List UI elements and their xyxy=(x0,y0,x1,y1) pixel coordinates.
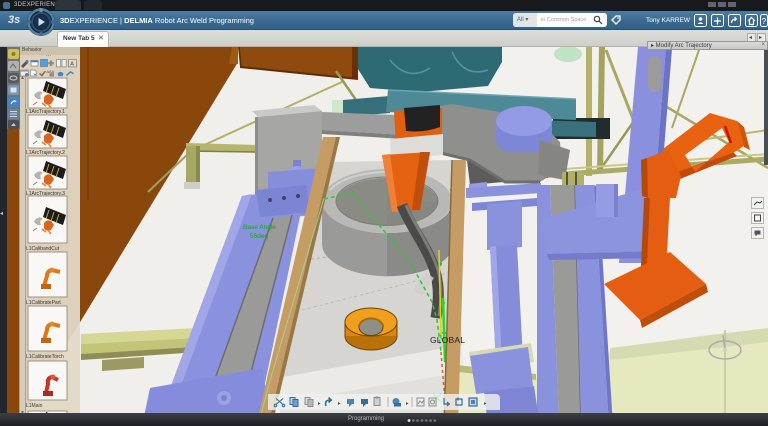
svg-text:?: ? xyxy=(762,16,767,26)
svg-text:L1CalibrateTorch: L1CalibrateTorch xyxy=(26,354,64,360)
svg-text:L1Main: L1Main xyxy=(26,403,43,409)
svg-text:55deg: 55deg xyxy=(250,233,268,240)
svg-text:GLOBAL: GLOBAL xyxy=(430,335,465,345)
svg-text:L1ArcTrajectory.1: L1ArcTrajectory.1 xyxy=(26,109,65,115)
svg-text:L1CalibandCut: L1CalibandCut xyxy=(26,246,60,252)
svg-text:L1ArcTrajectory.2: L1ArcTrajectory.2 xyxy=(26,150,65,156)
svg-text:L1CalibratePart: L1CalibratePart xyxy=(26,300,61,306)
svg-text:Base Angle: Base Angle xyxy=(243,224,276,231)
